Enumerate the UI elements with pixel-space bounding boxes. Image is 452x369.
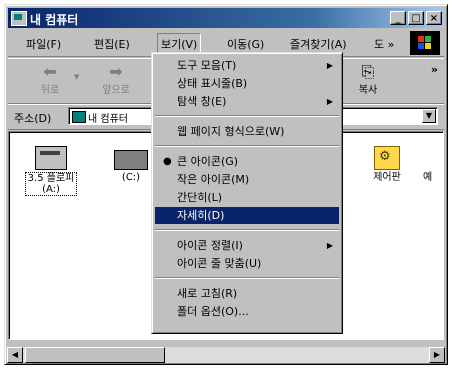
menu-item-label: 폴더 옵션(O)...	[177, 305, 249, 318]
back-dropdown-icon[interactable]: ▼	[74, 73, 79, 81]
menu-file[interactable]: 파일(F)	[26, 36, 61, 52]
menu-item-line-up-icons[interactable]: 아이콘 줄 맞춤(U)	[155, 255, 339, 272]
menu-separator	[155, 145, 339, 147]
list-item[interactable]: 3.5 플로피 (A:)	[21, 146, 81, 196]
item-label: 제어판	[373, 172, 401, 183]
menu-item-details[interactable]: 자세히(D)	[155, 207, 339, 224]
horizontal-scrollbar[interactable]: ◀ ▶	[7, 347, 445, 363]
menu-item-label: 큰 아이콘(G)	[177, 155, 239, 168]
window-title: 내 컴퓨터	[30, 13, 79, 27]
control-panel-icon	[374, 146, 400, 170]
item-label: 예	[423, 172, 433, 183]
computer-icon	[11, 11, 27, 26]
toolbar-overflow-button[interactable]: »	[431, 63, 438, 76]
menu-edit[interactable]: 편집(E)	[94, 36, 130, 52]
address-dropdown-button[interactable]: ▼	[422, 109, 436, 123]
copy-button[interactable]: ⎘ 복사	[346, 63, 390, 99]
menu-item-small-icons[interactable]: 작은 아이콘(M)	[155, 171, 339, 188]
item-label: 3.5 플로피 (A:)	[24, 172, 78, 196]
address-label: 주소(D)	[14, 112, 52, 125]
menu-item-arrange-icons[interactable]: 아이콘 정렬(I) ▶	[155, 237, 339, 254]
copy-label: 복사	[358, 85, 378, 96]
back-label: 뒤로	[40, 85, 60, 96]
windows-logo-icon	[410, 31, 440, 55]
menu-item-status-bar[interactable]: 상태 표시줄(B)	[155, 75, 339, 92]
view-menu: 도구 모음(T) ▶ 상태 표시줄(B) 탐색 창(E) ▶ 웹 페이지 형식으…	[151, 52, 343, 334]
menu-item-label: 새로 고침(R)	[177, 287, 238, 300]
menu-item-folder-options[interactable]: 폴더 옵션(O)...	[155, 303, 339, 320]
menu-item-large-icons[interactable]: ● 큰 아이콘(G)	[155, 153, 339, 170]
submenu-arrow-icon: ▶	[326, 241, 333, 250]
forward-label: 앞으로	[102, 85, 130, 96]
radio-check-icon: ●	[163, 156, 172, 167]
menu-item-list[interactable]: 간단히(L)	[155, 189, 339, 206]
list-item[interactable]: 예	[423, 172, 443, 183]
menu-tools[interactable]: 도 »	[374, 36, 394, 52]
menu-separator	[155, 229, 339, 231]
menu-go[interactable]: 이동(G)	[227, 36, 264, 52]
menu-item-toolbars[interactable]: 도구 모음(T) ▶	[155, 57, 339, 74]
menu-item-label: 간단히(L)	[177, 191, 223, 204]
back-button[interactable]: ⬅ 뒤로	[28, 63, 72, 99]
forward-arrow-icon: ➡	[109, 62, 123, 81]
title-bar[interactable]: 내 컴퓨터 _ □ ×	[8, 8, 444, 28]
maximize-button[interactable]: □	[408, 11, 424, 25]
hard-drive-icon	[114, 150, 148, 170]
menu-separator	[155, 277, 339, 279]
computer-icon	[72, 111, 86, 123]
menu-favorites[interactable]: 즐겨찾기(A)	[290, 36, 347, 52]
menu-item-refresh[interactable]: 새로 고침(R)	[155, 285, 339, 302]
menu-item-label: 상태 표시줄(B)	[177, 77, 248, 90]
copy-icon: ⎘	[361, 62, 375, 81]
menu-item-label: 탐색 창(E)	[177, 95, 227, 108]
list-item[interactable]: 제어판	[357, 146, 417, 183]
menu-item-label: 도구 모음(T)	[177, 59, 237, 72]
menu-item-label: 웹 페이지 형식으로(W)	[177, 125, 285, 138]
minimize-button[interactable]: _	[390, 11, 406, 25]
scroll-left-button[interactable]: ◀	[7, 347, 23, 363]
scroll-right-button[interactable]: ▶	[429, 347, 445, 363]
menu-item-label: 자세히(D)	[177, 209, 225, 222]
menu-item-explorer-bar[interactable]: 탐색 창(E) ▶	[155, 93, 339, 110]
menu-item-label: 아이콘 정렬(I)	[177, 239, 243, 252]
menu-item-web-page[interactable]: 웹 페이지 형식으로(W)	[155, 123, 339, 140]
back-arrow-icon: ⬅	[43, 62, 57, 81]
scroll-thumb[interactable]	[25, 347, 165, 363]
address-value: 내 컴퓨터	[88, 114, 128, 125]
close-button[interactable]: ×	[426, 11, 442, 25]
menu-item-label: 아이콘 줄 맞춤(U)	[177, 257, 262, 270]
submenu-arrow-icon: ▶	[326, 97, 333, 106]
submenu-arrow-icon: ▶	[326, 61, 333, 70]
menu-separator	[155, 115, 339, 117]
forward-button[interactable]: ➡ 앞으로	[94, 63, 138, 99]
menu-item-label: 작은 아이콘(M)	[177, 173, 250, 186]
floppy-drive-icon	[35, 146, 67, 170]
